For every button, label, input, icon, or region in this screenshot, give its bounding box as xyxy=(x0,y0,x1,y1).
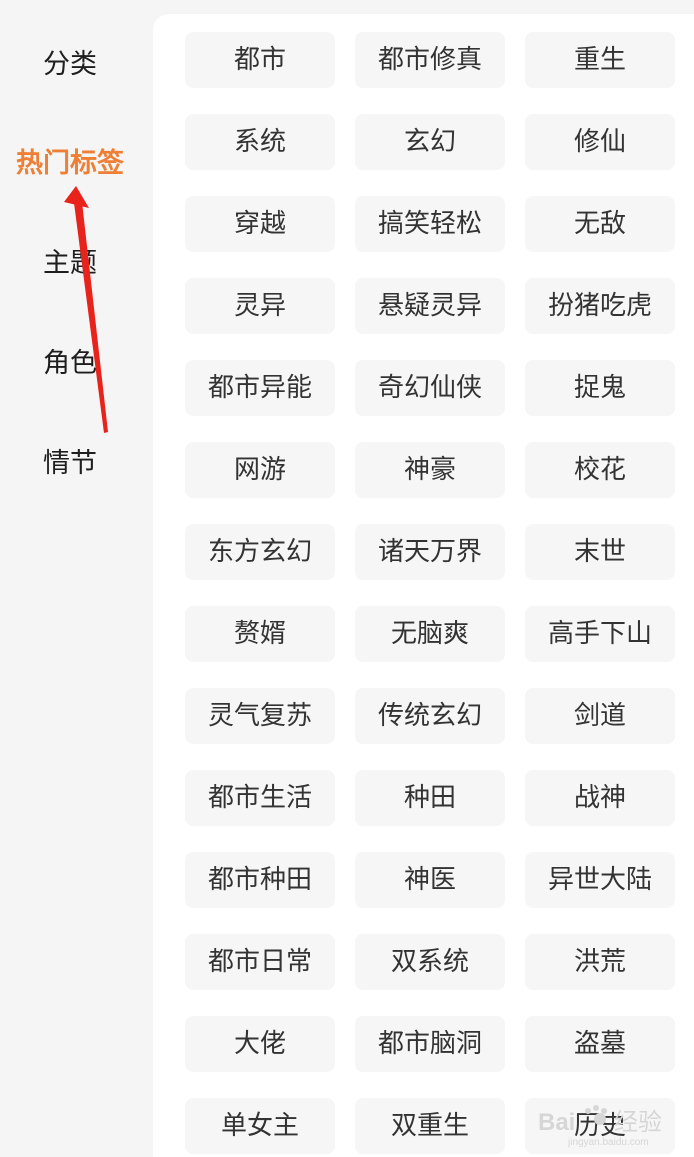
tag-button[interactable]: 网游 xyxy=(185,442,335,498)
tag-button[interactable]: 都市日常 xyxy=(185,934,335,990)
category-sidebar: 分类 热门标签 主题 角色 情节 xyxy=(0,0,150,1157)
tag-button[interactable]: 无敌 xyxy=(525,196,675,252)
tag-button[interactable]: 种田 xyxy=(355,770,505,826)
tag-button[interactable]: 双系统 xyxy=(355,934,505,990)
tag-button[interactable]: 校花 xyxy=(525,442,675,498)
tag-button[interactable]: 都市修真 xyxy=(355,32,505,88)
tag-button[interactable]: 都市种田 xyxy=(185,852,335,908)
tag-button[interactable]: 战神 xyxy=(525,770,675,826)
tag-button[interactable]: 捉鬼 xyxy=(525,360,675,416)
tag-button[interactable]: 系统 xyxy=(185,114,335,170)
tag-button[interactable]: 都市生活 xyxy=(185,770,335,826)
tag-button[interactable]: 重生 xyxy=(525,32,675,88)
tag-button[interactable]: 修仙 xyxy=(525,114,675,170)
tag-button[interactable]: 赘婿 xyxy=(185,606,335,662)
tag-button[interactable]: 诸天万界 xyxy=(355,524,505,580)
tag-button[interactable]: 异世大陆 xyxy=(525,852,675,908)
tag-button[interactable]: 神豪 xyxy=(355,442,505,498)
tag-button[interactable]: 搞笑轻松 xyxy=(355,196,505,252)
tag-button[interactable]: 都市脑洞 xyxy=(355,1016,505,1072)
sidebar-item-role[interactable]: 角色 xyxy=(0,334,140,394)
tag-button[interactable]: 神医 xyxy=(355,852,505,908)
tag-button[interactable]: 都市异能 xyxy=(185,360,335,416)
tag-button[interactable]: 单女主 xyxy=(185,1098,335,1154)
tag-button[interactable]: 都市 xyxy=(185,32,335,88)
tag-button[interactable]: 东方玄幻 xyxy=(185,524,335,580)
tag-button[interactable]: 无脑爽 xyxy=(355,606,505,662)
tag-button[interactable]: 灵气复苏 xyxy=(185,688,335,744)
tag-button[interactable]: 末世 xyxy=(525,524,675,580)
sidebar-item-hot-tags[interactable]: 热门标签 xyxy=(0,134,140,194)
tag-button[interactable]: 剑道 xyxy=(525,688,675,744)
tag-button[interactable]: 玄幻 xyxy=(355,114,505,170)
tag-button[interactable]: 奇幻仙侠 xyxy=(355,360,505,416)
tag-button[interactable]: 悬疑灵异 xyxy=(355,278,505,334)
sidebar-item-theme[interactable]: 主题 xyxy=(0,234,140,294)
tag-button[interactable]: 灵异 xyxy=(185,278,335,334)
tag-button[interactable]: 高手下山 xyxy=(525,606,675,662)
tag-button[interactable]: 扮猪吃虎 xyxy=(525,278,675,334)
tag-button[interactable]: 大佬 xyxy=(185,1016,335,1072)
sidebar-item-plot[interactable]: 情节 xyxy=(0,434,140,494)
tag-button[interactable]: 穿越 xyxy=(185,196,335,252)
tag-button[interactable]: 洪荒 xyxy=(525,934,675,990)
tag-button[interactable]: 双重生 xyxy=(355,1098,505,1154)
tag-button[interactable]: 盗墓 xyxy=(525,1016,675,1072)
tag-button[interactable]: 历史 xyxy=(525,1098,675,1154)
sidebar-item-category[interactable]: 分类 xyxy=(0,35,140,95)
tag-button[interactable]: 传统玄幻 xyxy=(355,688,505,744)
